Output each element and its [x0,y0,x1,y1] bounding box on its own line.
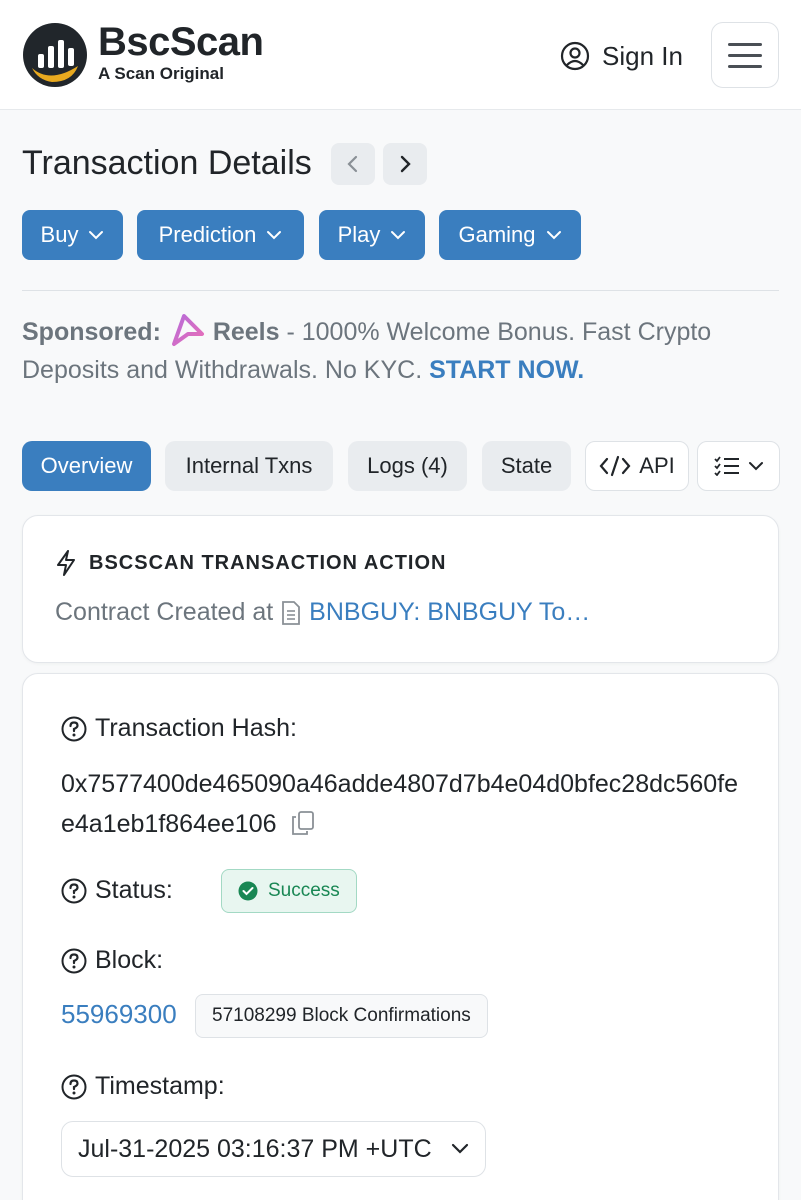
site-header: BscScan A Scan Original Sign In [0,0,801,110]
chevron-down-icon [391,231,406,240]
timestamp-value: Jul-31-2025 03:16:37 PM +UTC [78,1134,432,1163]
transaction-hash: 0x7577400de465090a46adde4807d7b4e04d0bfe… [61,764,751,844]
status-label: Status: [61,876,173,905]
brand-tagline: A Scan Original [98,64,224,83]
question-circle-icon[interactable] [61,948,87,974]
menu-icon [728,42,762,46]
prediction-dropdown[interactable]: Prediction [137,210,304,260]
sponsored-banner[interactable]: Sponsored: Reels - 1000% Welcome Bonus. … [22,312,782,389]
transaction-action-heading: BSCSCAN TRANSACTION ACTION [55,550,446,576]
question-circle-icon[interactable] [61,716,87,742]
checklist-icon [713,456,739,476]
prediction-label: Prediction [158,222,257,247]
sign-in-label: Sign In [602,40,683,71]
tab-label: Logs (4) [367,453,448,478]
contract-link[interactable]: BNBGUY: BNBGUY To… [309,598,590,627]
hamburger-menu-button[interactable] [711,22,779,88]
block-confirmations-badge: 57108299 Block Confirmations [195,994,488,1038]
status-badge: Success [221,869,357,913]
play-dropdown[interactable]: Play [319,210,425,260]
status-value: Success [268,880,340,901]
chevron-down-icon [451,1143,469,1154]
question-circle-icon[interactable] [61,1074,87,1100]
tab-label: API [639,453,675,478]
user-circle-icon [560,41,590,71]
chevron-down-icon [89,231,104,240]
start-now-link[interactable]: START NOW. [429,356,584,384]
divider [22,290,779,291]
tab-label: Overview [40,453,133,478]
tab-internal-txns[interactable]: Internal Txns [165,441,333,491]
action-heading-text: BSCSCAN TRANSACTION ACTION [89,551,447,574]
play-label: Play [337,222,381,247]
timestamp-label: Timestamp: [61,1072,225,1101]
hash-value: 0x7577400de465090a46adde4807d7b4e04d0bfe… [61,770,739,838]
tab-overview[interactable]: Overview [22,441,151,491]
gaming-dropdown[interactable]: Gaming [439,210,581,260]
hash-label: Transaction Hash: [61,714,297,743]
block-number-link[interactable]: 55969300 [61,999,177,1030]
block-label-text: Block: [95,946,164,974]
copy-icon[interactable] [291,810,315,836]
bscscan-logo-icon[interactable] [22,22,88,88]
action-description: Contract Created at BNBGUY: BNBGUY To… [55,598,590,627]
hash-label-text: Transaction Hash: [95,714,297,742]
chevron-down-icon [546,231,561,240]
action-prefix: Contract Created at [55,598,274,626]
tab-state[interactable]: State [482,441,571,491]
code-icon [599,455,631,477]
sign-in-link[interactable]: Sign In [560,36,683,76]
document-icon [282,600,301,625]
buy-dropdown[interactable]: Buy [22,210,123,260]
chevron-left-icon [347,155,358,173]
tab-label: Internal Txns [185,453,313,478]
transaction-action-card: BSCSCAN TRANSACTION ACTION Contract Crea… [22,515,779,663]
more-tabs-dropdown[interactable] [697,441,780,491]
gaming-label: Gaming [458,222,536,247]
sponsored-label: Sponsored: [22,318,161,346]
page-title: Transaction Details [22,144,312,182]
question-circle-icon[interactable] [61,878,87,904]
timestamp-select[interactable]: Jul-31-2025 03:16:37 PM +UTC [61,1121,486,1177]
reels-logo-icon [171,314,204,346]
check-circle-icon [238,881,258,901]
brand-name[interactable]: BscScan [98,20,264,65]
tab-logs[interactable]: Logs (4) [348,441,467,491]
tab-label: State [500,453,553,478]
block-label: Block: [61,946,163,975]
chevron-down-icon [748,462,763,471]
timestamp-label-text: Timestamp: [95,1072,225,1100]
transaction-details-card: Transaction Hash: 0x7577400de465090a46ad… [22,673,779,1200]
previous-transaction-button[interactable] [331,143,375,185]
chevron-down-icon [267,231,282,240]
sponsor-brand: Reels [212,318,280,346]
next-transaction-button[interactable] [383,143,427,185]
status-label-text: Status: [95,876,173,904]
tab-api[interactable]: API [585,441,689,491]
buy-label: Buy [40,222,79,247]
lightning-icon [57,550,75,576]
chevron-right-icon [400,155,411,173]
